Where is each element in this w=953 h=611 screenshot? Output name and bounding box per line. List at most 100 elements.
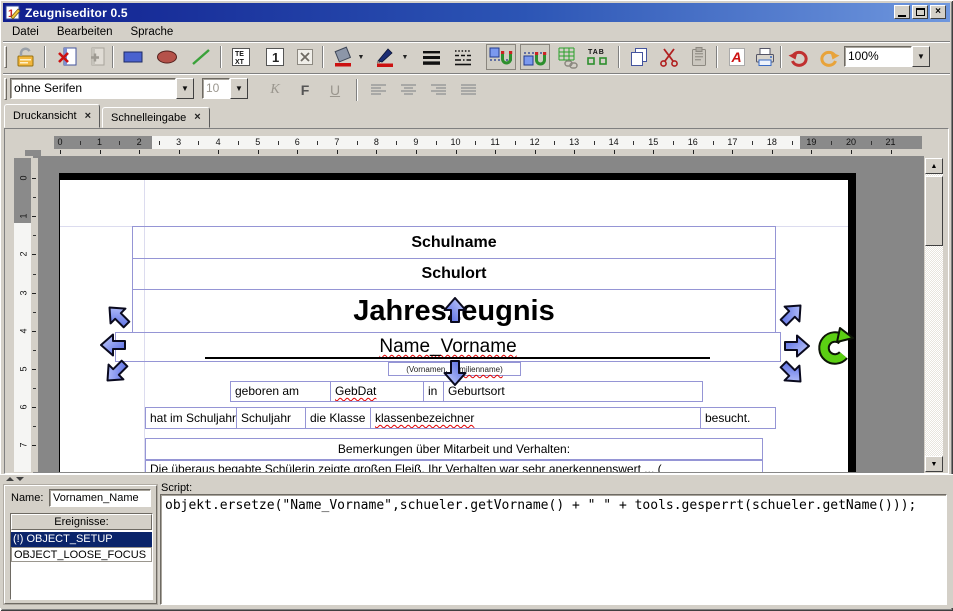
paste-button[interactable] xyxy=(686,44,712,70)
field-bemerkungen-header[interactable]: Bemerkungen über Mitarbeit und Verhalten… xyxy=(145,438,763,460)
separator xyxy=(112,46,114,68)
ruler-half-tick xyxy=(831,141,832,145)
line-icon xyxy=(189,45,213,69)
draw-rectangle-button[interactable] xyxy=(120,44,146,70)
rotate-handle-icon[interactable] xyxy=(816,325,856,367)
menu-sprache[interactable]: Sprache xyxy=(121,24,182,40)
zoom-dropdown[interactable]: ▼ xyxy=(912,46,930,67)
print-button[interactable] xyxy=(752,44,778,70)
minimize-button[interactable] xyxy=(894,5,910,19)
field-bemerkungen-text[interactable]: Die überaus begabte Schülerin zeigte gro… xyxy=(145,460,763,472)
move-handle-up-right-icon[interactable] xyxy=(777,299,807,329)
events-listbox: Ereignisse: (!) OBJECT_SETUP OBJECT_LOOS… xyxy=(10,513,153,600)
line-width-button[interactable] xyxy=(418,44,444,70)
tab-close-icon[interactable]: × xyxy=(194,112,200,123)
ruler-tick xyxy=(32,445,36,446)
script-editor[interactable]: objekt.ersetze("Name_Vorname",schueler.g… xyxy=(160,494,947,605)
field-geboren-label[interactable]: geboren am xyxy=(230,381,331,402)
field-schulort[interactable]: Schulort xyxy=(132,258,776,290)
ruler-half-tick xyxy=(515,141,516,145)
insert-textbox-button[interactable]: TE XT xyxy=(228,44,254,70)
tab-schnelleingabe[interactable]: Schnelleingabe × xyxy=(102,107,210,128)
font-select[interactable]: ohne Serifen xyxy=(10,78,176,99)
ruler-tick xyxy=(535,150,536,154)
align-left-button[interactable] xyxy=(366,77,392,103)
cut-button[interactable] xyxy=(656,44,682,70)
vertical-scrollbar[interactable]: ▲ ▼ xyxy=(925,158,943,472)
align-center-button[interactable] xyxy=(396,77,422,103)
font-size-select[interactable]: 10 xyxy=(202,78,230,99)
line-color-dropdown[interactable]: ▼ xyxy=(398,44,412,70)
italic-icon: K xyxy=(270,82,279,98)
splitter-down-icon[interactable] xyxy=(16,477,24,481)
move-handle-up-left-icon[interactable] xyxy=(103,301,133,331)
italic-button[interactable]: K xyxy=(262,77,288,103)
tab-stops-button[interactable]: TAB xyxy=(584,44,610,70)
copy-button[interactable] xyxy=(626,44,652,70)
move-handle-down-icon[interactable] xyxy=(440,358,470,388)
scroll-down-button[interactable]: ▼ xyxy=(925,456,943,472)
toolbar-grip[interactable] xyxy=(4,78,7,100)
inspector-panel: Name: Ereignisse: (!) OBJECT_SETUP OBJEC… xyxy=(0,482,953,608)
align-right-button[interactable] xyxy=(426,77,452,103)
unlock-button[interactable] xyxy=(12,44,38,70)
bold-button[interactable]: F xyxy=(292,77,318,103)
zoom-select[interactable]: 100% xyxy=(844,46,912,67)
align-justify-button[interactable] xyxy=(456,77,482,103)
delete-page-button[interactable] xyxy=(54,44,80,70)
event-item-object-loose-focus[interactable]: OBJECT_LOOSE_FOCUS xyxy=(11,547,152,562)
field-schulname[interactable]: Schulname xyxy=(132,226,776,259)
fill-color-button[interactable] xyxy=(330,44,356,70)
format-toolbar: ohne Serifen ▼ 10 ▼ K F U xyxy=(0,77,953,103)
redo-button[interactable] xyxy=(816,44,842,70)
snap-to-guides-toggle[interactable] xyxy=(486,44,516,70)
menu-datei[interactable]: Datei xyxy=(3,24,48,40)
event-item-object-setup[interactable]: (!) OBJECT_SETUP xyxy=(11,532,152,547)
menu-bearbeiten[interactable]: Bearbeiten xyxy=(48,24,122,40)
field-gebdat[interactable]: GebDat xyxy=(330,381,424,402)
move-handle-down-left-icon[interactable] xyxy=(101,357,131,387)
tab-close-icon[interactable]: × xyxy=(85,111,91,122)
font-dropdown[interactable]: ▼ xyxy=(176,78,194,99)
snap-to-grid-toggle[interactable] xyxy=(520,44,550,70)
fill-color-dropdown[interactable]: ▼ xyxy=(354,44,368,70)
move-handle-up-icon[interactable] xyxy=(440,295,470,325)
splitter-up-icon[interactable] xyxy=(6,477,14,481)
add-page-button[interactable] xyxy=(82,44,108,70)
line-color-button[interactable] xyxy=(372,44,398,70)
scrollbar-thumb[interactable] xyxy=(925,176,943,246)
field-klassenbezeichner[interactable]: klassenbezeichner xyxy=(370,407,701,429)
draw-ellipse-button[interactable] xyxy=(154,44,180,70)
move-handle-down-right-icon[interactable] xyxy=(777,358,807,388)
field-geburtsort[interactable]: Geburtsort xyxy=(443,381,703,402)
delete-object-button[interactable] xyxy=(292,44,318,70)
toolbar-grip[interactable] xyxy=(4,46,7,68)
field-klasse-label[interactable]: die Klasse xyxy=(305,407,371,429)
add-page-icon xyxy=(83,45,107,69)
tab-druckansicht[interactable]: Druckansicht × xyxy=(4,104,100,128)
print-icon xyxy=(753,45,777,69)
field-schuljahr[interactable]: Schuljahr xyxy=(236,407,306,429)
insert-number-button[interactable]: 1 xyxy=(262,44,288,70)
underline-button[interactable]: U xyxy=(322,77,348,103)
undo-button[interactable] xyxy=(786,44,812,70)
move-handle-left-icon[interactable] xyxy=(98,330,128,360)
line-style-button[interactable] xyxy=(450,44,476,70)
font-size-dropdown[interactable]: ▼ xyxy=(230,78,248,99)
panel-splitter[interactable] xyxy=(0,474,953,482)
export-pdf-button[interactable]: A xyxy=(724,44,750,70)
ruler-half-tick xyxy=(198,141,199,145)
title-bar[interactable]: 1 Zeugniseditor 0.5 × xyxy=(3,3,950,22)
field-besucht[interactable]: besucht. xyxy=(700,407,776,429)
close-button[interactable]: × xyxy=(930,5,946,19)
grid-settings-button[interactable] xyxy=(554,44,580,70)
field-schuljahr-label[interactable]: hat im Schuljahr xyxy=(145,407,237,429)
fill-color-icon xyxy=(331,45,355,69)
separator xyxy=(716,46,718,68)
maximize-button[interactable] xyxy=(912,5,928,19)
draw-line-button[interactable] xyxy=(188,44,214,70)
object-name-input[interactable] xyxy=(49,489,151,507)
move-handle-right-icon[interactable] xyxy=(782,331,812,361)
redo-icon xyxy=(817,45,841,69)
scroll-up-button[interactable]: ▲ xyxy=(925,158,943,174)
